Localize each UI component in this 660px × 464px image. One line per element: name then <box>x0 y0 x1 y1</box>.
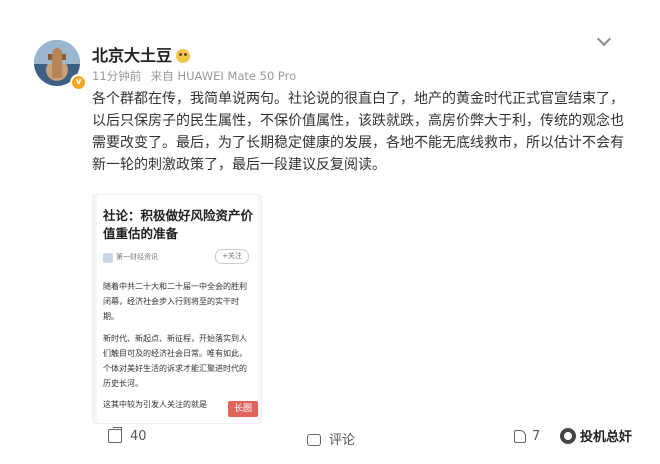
author-name-row[interactable]: 北京大土豆 <box>92 42 191 66</box>
menu-chevron-icon[interactable] <box>596 32 612 48</box>
article-paragraph-1: 随着中共二十大和二十届一中全会的胜利闭幕，经济社会步入行则将至的实干时期。 <box>103 282 247 321</box>
verified-badge-icon: v <box>70 74 87 91</box>
article-long-image[interactable]: 社论：积极做好风险资产价值重估的准备 第一财经资讯 +关注 随着中共二十大和二十… <box>92 194 262 424</box>
post-header: v 北京大土豆 11分钟前 来自 HUAWEI Mate 50 Pro <box>34 40 614 91</box>
share-button[interactable]: 40 <box>108 429 147 444</box>
article-source-name: 第一财经资讯 <box>116 253 158 261</box>
like-count: 7 <box>532 429 541 444</box>
comment-button[interactable]: 评论 <box>307 429 355 448</box>
fan-badge-icon <box>176 49 191 63</box>
article-page: 社论：积极做好风险资产价值重估的准备 第一财经资讯 +关注 随着中共二十大和二十… <box>97 195 257 423</box>
watermark: 投机总奸 <box>560 426 632 445</box>
comment-label: 评论 <box>329 433 356 448</box>
post-meta: 11分钟前 来自 HUAWEI Mate 50 Pro <box>92 68 302 84</box>
share-count: 40 <box>130 429 147 444</box>
post-source: 来自 HUAWEI Mate 50 Pro <box>150 69 297 83</box>
watermark-text: 投机总奸 <box>580 430 633 445</box>
like-button[interactable]: 7 <box>514 429 540 444</box>
article-source-logo <box>103 253 113 263</box>
like-icon <box>514 430 526 443</box>
avatar-tower <box>52 48 62 78</box>
weibo-post-card: v 北京大土豆 11分钟前 来自 HUAWEI Mate 50 Pro 各个群都… <box>0 0 660 464</box>
share-icon <box>108 429 122 443</box>
long-image-badge: 长图 <box>228 401 258 417</box>
post-text: 各个群都在传，我简单说两句。社论说的很直白了，地产的黄金时代正式官宣结束了，以后… <box>92 91 624 173</box>
watermark-logo-icon <box>560 428 576 444</box>
article-paragraph-2: 新时代、新起点、新征程，开始落实到人们触目可及的经济社会日常。唯有如此，个体对美… <box>103 334 247 388</box>
post-time: 11分钟前 <box>92 69 142 83</box>
comment-icon <box>307 434 321 446</box>
author-name[interactable]: 北京大土豆 <box>92 46 172 65</box>
article-follow-button[interactable]: +关注 <box>215 249 249 264</box>
article-title: 社论：积极做好风险资产价值重估的准备 <box>103 208 254 241</box>
